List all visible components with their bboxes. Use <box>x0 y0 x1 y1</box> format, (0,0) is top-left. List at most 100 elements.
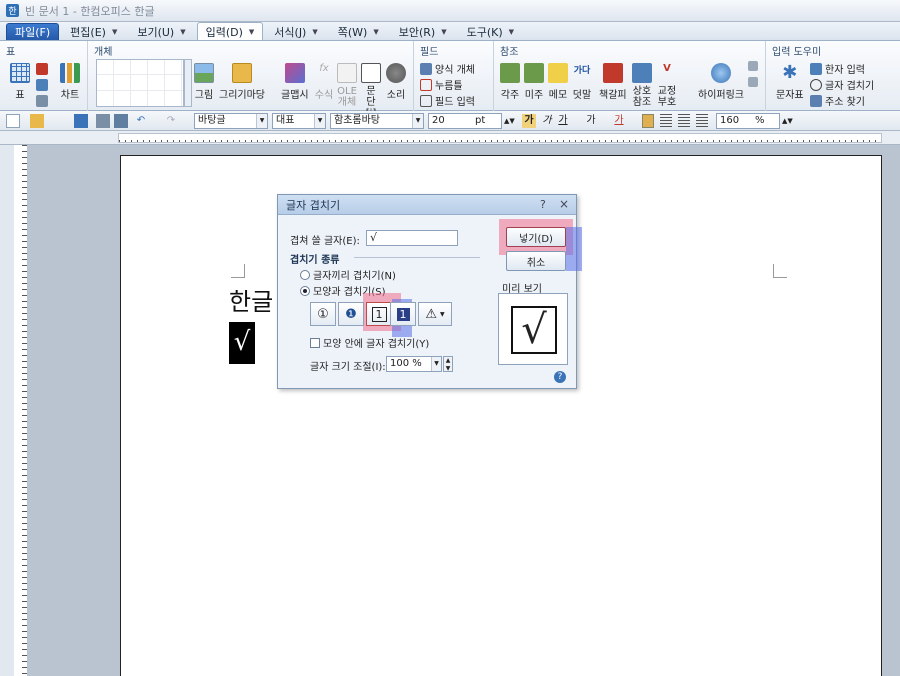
document-text[interactable]: 한글 <box>229 282 273 317</box>
size-combo[interactable]: 100 % ▼ <box>386 356 442 372</box>
link-small-icon[interactable] <box>748 77 758 87</box>
link-small-icon[interactable] <box>748 61 758 71</box>
chevron-down-icon: ▼ <box>256 114 267 128</box>
endnote-icon <box>524 63 544 83</box>
redo-icon[interactable]: ↷ <box>164 114 178 128</box>
menu-security[interactable]: 보안(R) ▼ <box>390 23 456 40</box>
help-icon[interactable]: ? <box>540 198 546 211</box>
endnote-button[interactable]: 미주 <box>524 63 544 101</box>
form-object-button[interactable]: 양식 개체 <box>420 61 475 76</box>
menu-page[interactable]: 쪽(W) ▼ <box>329 23 388 40</box>
align-right-icon[interactable] <box>696 114 708 128</box>
table-button[interactable]: 표 <box>10 63 30 101</box>
footnote-button[interactable]: 각주 <box>500 63 520 101</box>
wordart-button[interactable]: 글맵시 <box>281 63 309 101</box>
hanja-input-button[interactable]: 한자 입력 <box>810 61 865 76</box>
cancel-button[interactable]: 취소 <box>506 251 566 271</box>
speaker-icon <box>386 63 406 83</box>
address-search-button[interactable]: 주소 찾기 <box>810 93 865 108</box>
checkbox[interactable] <box>310 338 320 348</box>
memo-button[interactable]: 메모 <box>548 63 568 101</box>
menu-file[interactable]: 파일(F) <box>6 23 60 40</box>
menu-bar: 파일(F) 편집(E) ▼ 보기(U) ▼ 입력(D) ▼ 서식(J) ▼ 쪽(W) ▼ … <box>0 22 900 41</box>
chart-button[interactable]: 차트 <box>60 63 80 101</box>
ribbon-group-reference: 참조 각주 미주 메모 가다 덧말 책갈피 상호 참조 V 교정 부호 하이퍼링크 <box>494 41 766 111</box>
picture-button[interactable]: 그림 <box>194 63 214 101</box>
cross-ref-button[interactable]: 상호 참조 <box>632 63 652 108</box>
font-select[interactable]: 함초롬바탕 ▼ <box>330 113 424 129</box>
shape-square-option[interactable]: 1 <box>366 302 392 326</box>
table-edit-icon[interactable] <box>36 63 48 75</box>
align-left-icon[interactable] <box>660 114 672 128</box>
bold-icon[interactable]: 가 <box>522 114 536 128</box>
form-icon <box>420 62 432 75</box>
table-grid-icon[interactable] <box>36 95 48 107</box>
selected-overlap-symbol[interactable]: √ <box>229 322 255 364</box>
spin-icon[interactable]: ▲▼ <box>504 114 515 128</box>
new-doc-icon[interactable] <box>6 114 20 128</box>
shape-gallery[interactable] <box>96 59 184 107</box>
char-overlap-button[interactable]: 글자 겹치기 <box>810 77 874 92</box>
vertical-ruler[interactable] <box>14 145 28 676</box>
menu-format[interactable]: 서식(J) ▼ <box>265 23 326 40</box>
save-icon[interactable] <box>74 114 88 128</box>
preview-icon[interactable] <box>114 114 128 128</box>
help-icon[interactable]: ? <box>554 371 566 383</box>
ribbon-group-input-helper: 입력 도우미 ✱ 문자표 한자 입력 글자 겹치기 주소 찾기 <box>772 47 875 108</box>
zoom-input[interactable]: 160% <box>716 113 780 129</box>
field-input-button[interactable]: 필드 입력 <box>420 93 475 108</box>
size-spinner[interactable]: ▲ ▼ <box>443 356 453 372</box>
shape-filled-circle-option[interactable]: ❶ <box>338 302 364 326</box>
ole-button[interactable]: OLE 개체 <box>337 63 357 108</box>
italic-icon[interactable]: 가 <box>540 114 554 128</box>
strike-icon[interactable]: 가 <box>584 114 598 128</box>
ribbon-group-table: 표 표 차트 <box>0 41 88 111</box>
overwrite-button[interactable]: 가다 덧말 <box>572 63 592 101</box>
option-char-overlap[interactable]: 글자끼리 겹치기(N) <box>300 267 396 282</box>
close-icon[interactable]: × <box>559 197 569 211</box>
table-calc-icon[interactable] <box>36 79 48 91</box>
menu-edit[interactable]: 편집(E) ▼ <box>61 23 126 40</box>
proof-mark-button[interactable]: V 교정 부호 <box>657 63 677 108</box>
open-folder-icon[interactable] <box>30 114 44 128</box>
chars-input[interactable]: √ <box>366 230 458 246</box>
sound-button[interactable]: 소리 <box>386 63 406 101</box>
chevron-down-icon: ▼ <box>111 28 118 36</box>
chevron-down-icon: ▼ <box>180 28 186 36</box>
print-icon[interactable] <box>96 114 110 128</box>
spin-icon[interactable]: ▲▼ <box>782 114 793 128</box>
drawing-button[interactable]: 그리기마당 <box>219 63 265 101</box>
insert-button[interactable]: 넣기(D) <box>506 227 566 247</box>
shape-gallery-scroll[interactable] <box>184 59 192 107</box>
picture-icon <box>194 63 214 83</box>
menu-tools[interactable]: 도구(K) ▼ <box>458 23 523 40</box>
shape-triangle-option[interactable]: ⚠ ▼ <box>418 302 452 326</box>
ruler-scale <box>118 133 882 143</box>
undo-icon[interactable]: ↶ <box>134 114 148 128</box>
horizontal-ruler[interactable] <box>0 131 900 145</box>
menu-view[interactable]: 보기(U) ▼ <box>128 23 194 40</box>
shape-filled-square-option[interactable]: 1 <box>390 302 416 326</box>
align-center-icon[interactable] <box>678 114 690 128</box>
style-select[interactable]: 바탕글 ▼ <box>194 113 268 129</box>
font-size-input[interactable]: 20 pt <box>428 113 502 129</box>
shape-circle-option[interactable]: ① <box>310 302 336 326</box>
hyperlink-button[interactable]: 하이퍼링크 <box>698 63 744 101</box>
bookmark-button[interactable]: 책갈피 <box>599 63 627 101</box>
address-icon <box>810 94 822 107</box>
language-select[interactable]: 대표 ▼ <box>272 113 326 129</box>
ribbon-group-object: 개체 그림 그리기마당 글맵시 fx 수식 OLE 개체 문단 [i] <box>88 41 414 119</box>
radio-button[interactable] <box>300 270 310 280</box>
font-color-icon[interactable]: 가 <box>612 114 626 128</box>
menu-insert[interactable]: 입력(D) ▼ <box>196 22 264 40</box>
align-justify-icon[interactable] <box>642 114 654 128</box>
inside-shape-checkbox[interactable]: 모양 안에 글자 겹치기(Y) <box>310 335 429 350</box>
underline-icon[interactable]: 가 <box>556 114 570 128</box>
wordart-icon <box>284 63 305 83</box>
formula-button[interactable]: fx 수식 <box>314 63 334 101</box>
charmap-button[interactable]: ✱ 문자표 <box>776 63 804 102</box>
folder-icon <box>232 63 252 83</box>
radio-button-selected[interactable] <box>300 286 310 296</box>
dialog-title: 글자 겹치기 <box>286 198 341 212</box>
click-field-button[interactable]: 누름틀 <box>420 77 463 92</box>
